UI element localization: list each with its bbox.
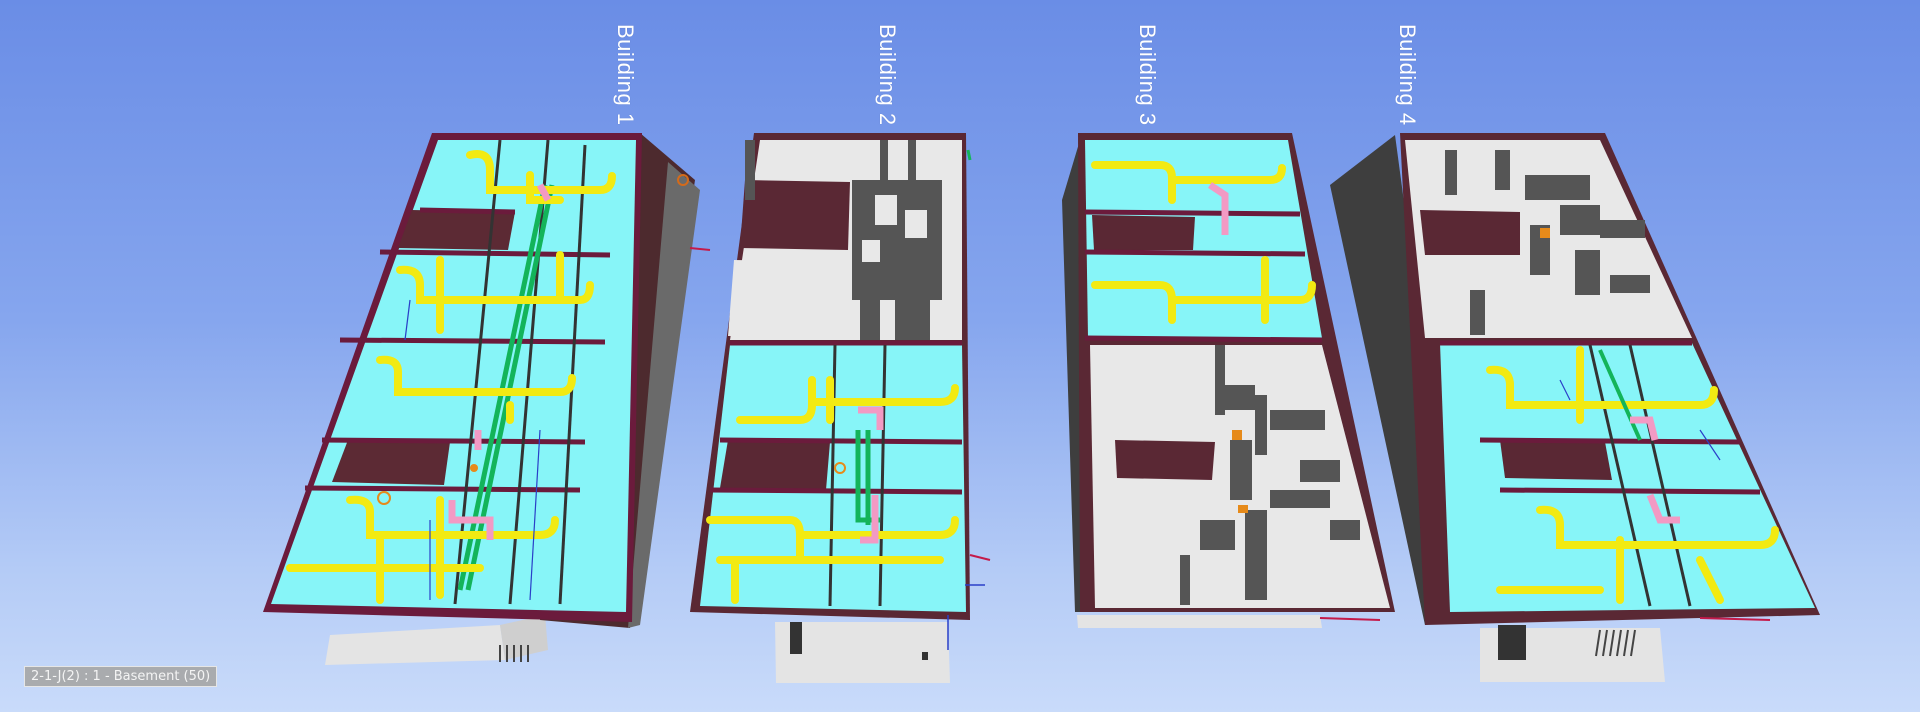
building-2-model[interactable] — [690, 133, 991, 683]
building-1-model[interactable] — [263, 133, 711, 665]
building-2-label: Building 2 — [875, 24, 900, 126]
building-3-base-slab — [1077, 615, 1322, 628]
building-4-label: Building 4 — [1395, 24, 1420, 126]
building-3-label: Building 3 — [1135, 24, 1160, 126]
building-1-label: Building 1 — [613, 24, 638, 126]
view-status-label: 2-1-J(2) : 1 - Basement (50) — [24, 666, 218, 687]
building-models-scene[interactable] — [0, 0, 1920, 712]
3d-model-viewport[interactable]: Building 1 Building 2 Building 3 Buildin… — [0, 0, 1920, 712]
building-4-model[interactable] — [1330, 133, 1820, 682]
building-4-floor — [1440, 343, 1815, 612]
building-1-base-slab — [325, 625, 505, 665]
